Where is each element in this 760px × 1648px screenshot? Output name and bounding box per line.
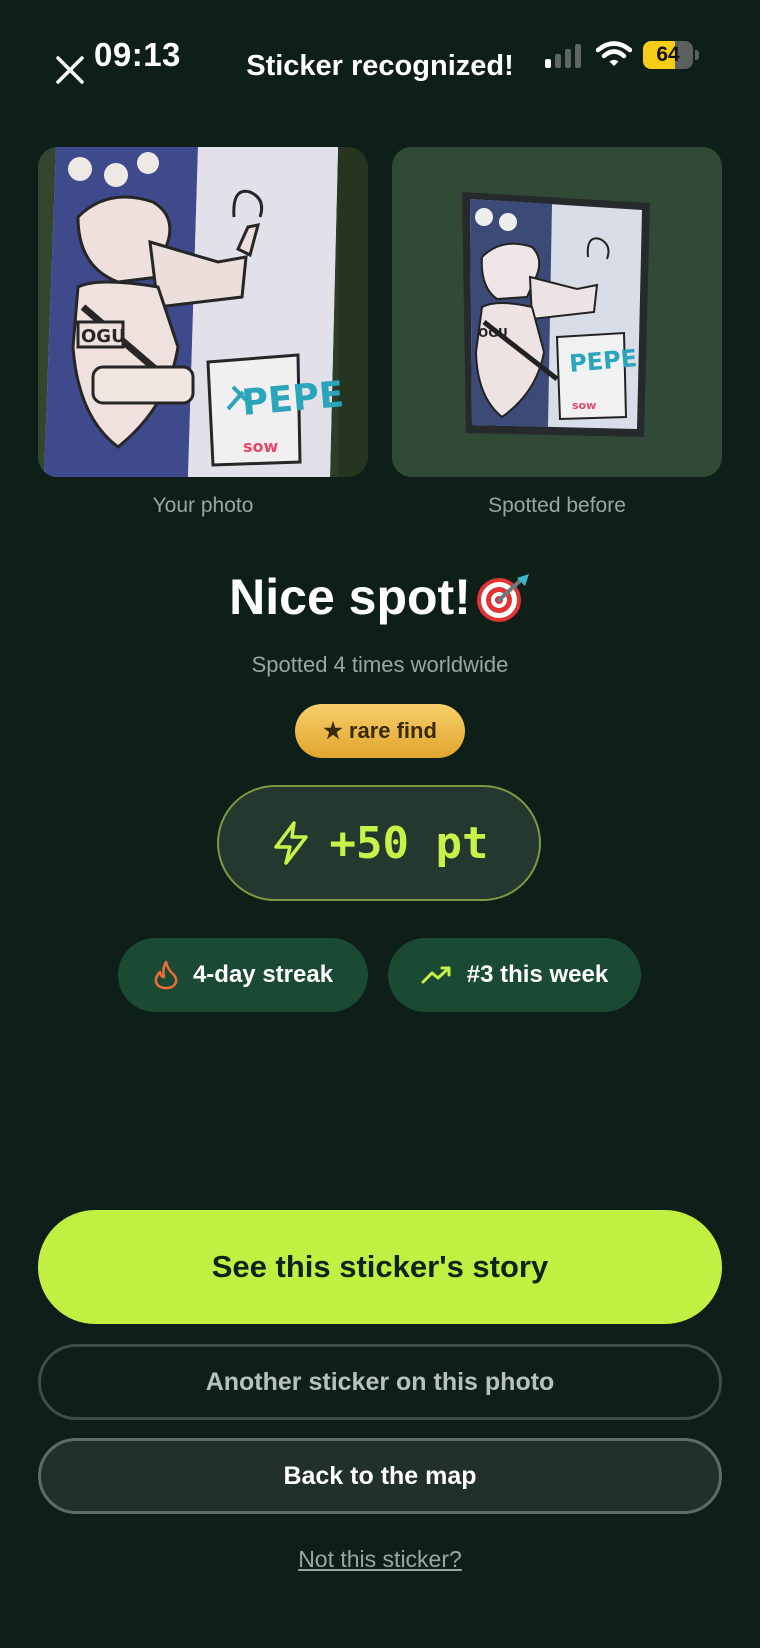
battery-percentage: 64 <box>656 43 680 66</box>
back-to-map-button[interactable]: Back to the map <box>38 1438 722 1514</box>
not-this-sticker-link[interactable]: Not this sticker? <box>0 1546 760 1573</box>
svg-text:sow: sow <box>572 399 596 412</box>
battery-indicator: 64 <box>643 41 699 69</box>
lightning-bolt-icon <box>273 821 308 865</box>
flame-icon <box>154 960 178 990</box>
your-photo-image: OGU PEPE sow <box>38 147 368 477</box>
spotted-before-image: OGU PEPE sow <box>392 147 722 477</box>
svg-text:OGU: OGU <box>478 326 508 340</box>
spotted-count-text: Spotted 4 times worldwide <box>251 652 509 677</box>
svg-text:OGU: OGU <box>81 326 126 347</box>
see-sticker-story-button[interactable]: See this sticker's story <box>38 1210 722 1324</box>
points-value: +50 pt <box>329 817 489 869</box>
headline-text: Nice spot! <box>229 569 471 625</box>
streak-label: 4-day streak <box>192 961 334 988</box>
weekly-rank-chip: #3 this week <box>388 938 641 1012</box>
weekly-rank-label: #3 this week <box>466 961 609 988</box>
rare-find-badge: ★ rare find <box>295 704 465 758</box>
streak-chip: 4-day streak <box>118 938 368 1012</box>
your-photo-caption: Your photo <box>152 494 254 517</box>
trending-up-icon <box>421 966 451 984</box>
result-headline: Nice spot! <box>0 568 760 626</box>
points-earned-pill: +50 pt <box>217 785 541 901</box>
svg-text:sow: sow <box>243 437 279 456</box>
wifi-icon <box>595 40 633 70</box>
another-sticker-button[interactable]: Another sticker on this photo <box>38 1344 722 1420</box>
svg-text:PEPE: PEPE <box>568 344 638 378</box>
cellular-signal-icon <box>545 44 585 70</box>
spotted-before-caption: Spotted before <box>488 494 626 517</box>
target-dart-icon <box>476 572 531 622</box>
